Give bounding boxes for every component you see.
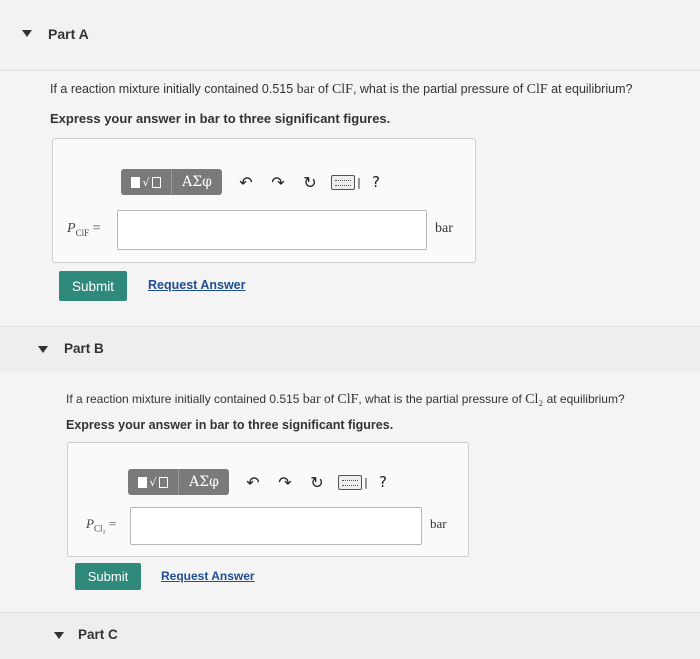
part-a-submit-button[interactable]: Submit bbox=[59, 271, 127, 301]
help-button[interactable]: ? bbox=[373, 469, 393, 495]
part-a-instruction: Express your answer in bar to three sign… bbox=[50, 111, 391, 126]
templates-button[interactable]: √ bbox=[128, 469, 179, 495]
part-a-question: If a reaction mixture initially containe… bbox=[50, 82, 633, 97]
part-a-variable-label: PClF = bbox=[67, 221, 101, 238]
chevron-down-icon[interactable] bbox=[54, 632, 64, 639]
part-b-toolbar: √ ΑΣφ ↶ ↷ ↻ | ? bbox=[128, 469, 393, 495]
redo-icon[interactable]: ↷ bbox=[262, 169, 294, 195]
math-tool-group: √ ΑΣφ bbox=[128, 469, 229, 495]
part-b-unit: bar bbox=[430, 516, 447, 531]
keyboard-icon[interactable]: | bbox=[333, 469, 373, 495]
part-a-request-answer-link[interactable]: Request Answer bbox=[148, 278, 245, 292]
keyboard-icon[interactable]: | bbox=[326, 169, 366, 195]
redo-icon[interactable]: ↷ bbox=[269, 469, 301, 495]
part-b-request-answer-link[interactable]: Request Answer bbox=[161, 569, 255, 583]
part-a-title: Part A bbox=[48, 26, 89, 42]
divider bbox=[0, 70, 700, 71]
greek-symbols-button[interactable]: ΑΣφ bbox=[172, 169, 222, 195]
templates-icon: √ bbox=[131, 176, 161, 189]
templates-button[interactable]: √ bbox=[121, 169, 172, 195]
part-a-answer-box: √ ΑΣφ ↶ ↷ ↻ | ? PClF = bar bbox=[52, 138, 476, 263]
part-a-answer-input[interactable] bbox=[117, 210, 427, 250]
reset-icon[interactable]: ↻ bbox=[301, 469, 333, 495]
part-c-title: Part C bbox=[78, 627, 118, 642]
templates-icon: √ bbox=[138, 476, 168, 489]
undo-icon[interactable]: ↶ bbox=[237, 469, 269, 495]
part-b-answer-box: √ ΑΣφ ↶ ↷ ↻ | ? PCl₂ = bar bbox=[67, 442, 469, 557]
part-b-submit-button[interactable]: Submit bbox=[75, 563, 141, 590]
part-a-header[interactable]: Part A bbox=[0, 0, 700, 70]
part-b-header[interactable]: Part B bbox=[0, 327, 700, 372]
reset-icon[interactable]: ↻ bbox=[294, 169, 326, 195]
part-b-answer-input[interactable] bbox=[130, 507, 422, 545]
math-tool-group: √ ΑΣφ bbox=[121, 169, 222, 195]
help-button[interactable]: ? bbox=[366, 169, 386, 195]
chevron-down-icon[interactable] bbox=[38, 346, 48, 353]
part-c-header[interactable]: Part C bbox=[0, 613, 700, 659]
chevron-down-icon[interactable] bbox=[22, 30, 32, 37]
part-b-question: If a reaction mixture initially containe… bbox=[66, 392, 625, 407]
greek-symbols-button[interactable]: ΑΣφ bbox=[179, 469, 229, 495]
part-a-unit: bar bbox=[435, 221, 453, 236]
part-b-instruction: Express your answer in bar to three sign… bbox=[66, 418, 394, 432]
part-b-title: Part B bbox=[64, 341, 104, 356]
part-a-toolbar: √ ΑΣφ ↶ ↷ ↻ | ? bbox=[121, 169, 386, 195]
undo-icon[interactable]: ↶ bbox=[230, 169, 262, 195]
part-b-variable-label: PCl₂ = bbox=[86, 516, 117, 534]
